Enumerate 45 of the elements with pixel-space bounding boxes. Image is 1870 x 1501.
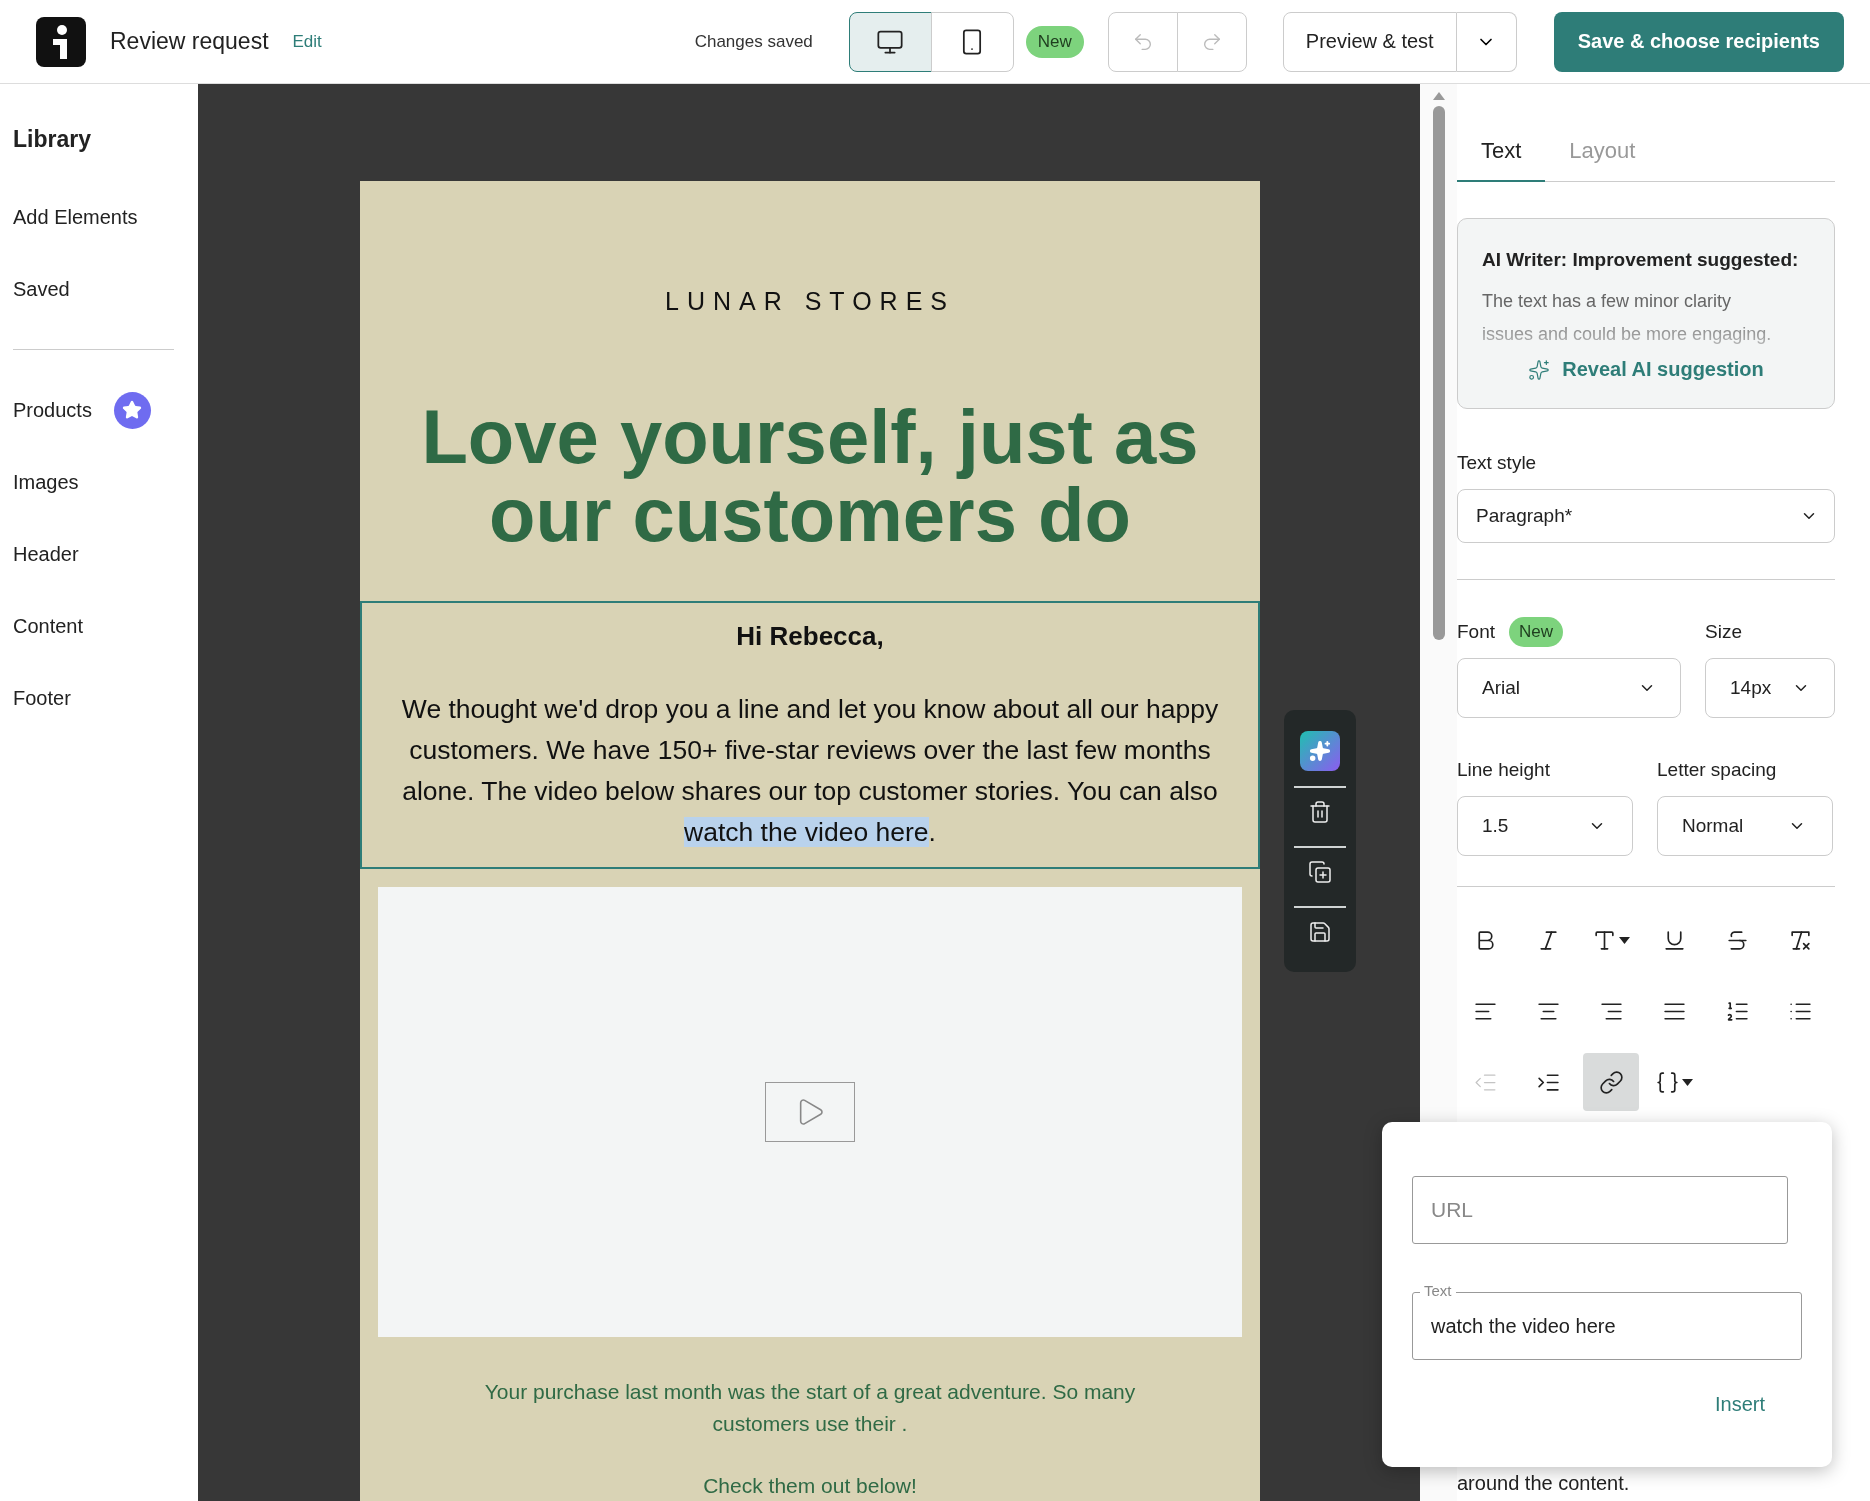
insert-button[interactable]: Insert bbox=[1709, 1392, 1772, 1417]
field-label: Letter spacing bbox=[1657, 758, 1778, 782]
size-select[interactable]: 14px bbox=[1705, 658, 1835, 718]
sidebar-item-label: Footer bbox=[13, 686, 71, 710]
sidebar-item[interactable]: Footer bbox=[13, 662, 174, 734]
cta-text: Check them out below! bbox=[702, 1473, 918, 1499]
greeting: Hi Rebecca, bbox=[735, 621, 885, 652]
save-button[interactable]: Save & choose recipients bbox=[1553, 11, 1844, 72]
edit-link[interactable]: Edit bbox=[292, 31, 322, 52]
line-height-select[interactable]: 1.5 bbox=[1457, 796, 1633, 856]
sidebar-item-label: Header bbox=[13, 542, 79, 566]
sidebar-title: Library bbox=[13, 126, 92, 153]
sidebar-item-label: Add Elements bbox=[13, 205, 138, 229]
sidebar-item[interactable]: Saved bbox=[13, 253, 174, 325]
sidebar-item-label: Images bbox=[13, 470, 79, 494]
sidebar-item[interactable]: Images bbox=[13, 446, 174, 518]
field-label: Size bbox=[1705, 620, 1743, 644]
ai-card-text: The text has a few minor clarity issues and could be more engaging. bbox=[1482, 290, 1773, 346]
panel-tab[interactable]: Text bbox=[1457, 138, 1546, 182]
text-style-select[interactable]: Paragraph* bbox=[1457, 489, 1835, 543]
sidebar-item[interactable]: Add Elements bbox=[13, 181, 174, 253]
font-select[interactable]: Arial bbox=[1457, 658, 1681, 718]
field-label: Line height bbox=[1457, 758, 1551, 782]
email-headline: Love yourself, just as our customers do bbox=[420, 398, 1200, 554]
sidebar-item-label: Content bbox=[13, 614, 84, 638]
field-label: Text style bbox=[1457, 451, 1538, 475]
panel-text: around the content. bbox=[1457, 1472, 1630, 1495]
url-field[interactable]: URL bbox=[1412, 1176, 1788, 1244]
field-label: Font bbox=[1457, 621, 1496, 643]
brand-name: LUNAR STORES bbox=[664, 287, 956, 316]
body-paragraph: We thought we'd drop you a line and let you know about all our happy customers. We have 150+ five-star reviews over the last few months alone. The video below shares our top customer stories. You can also watch the video here. bbox=[400, 693, 1220, 849]
new-badge: New bbox=[1025, 25, 1084, 58]
letter-spacing-select[interactable]: Normal bbox=[1657, 796, 1833, 856]
sidebar-item[interactable]: Products bbox=[13, 374, 174, 446]
sidebar-item[interactable]: Header bbox=[13, 518, 174, 590]
ai-card-title: AI Writer: Improvement suggested: bbox=[1482, 249, 1800, 271]
save-status: Changes saved bbox=[694, 31, 813, 52]
footer-paragraph: Your purchase last month was the start of a great adventure. So many customers use their . bbox=[483, 1379, 1137, 1437]
document-title: Review request bbox=[110, 28, 269, 55]
new-badge: New bbox=[1509, 617, 1564, 647]
sidebar-item-label: Saved bbox=[13, 277, 70, 301]
sidebar-item[interactable]: Content bbox=[13, 590, 174, 662]
reveal-suggestion-button[interactable]: Reveal AI suggestion bbox=[1522, 357, 1770, 382]
preview-button[interactable]: Preview & test bbox=[1282, 11, 1457, 72]
sidebar-item-label: Products bbox=[13, 398, 92, 422]
